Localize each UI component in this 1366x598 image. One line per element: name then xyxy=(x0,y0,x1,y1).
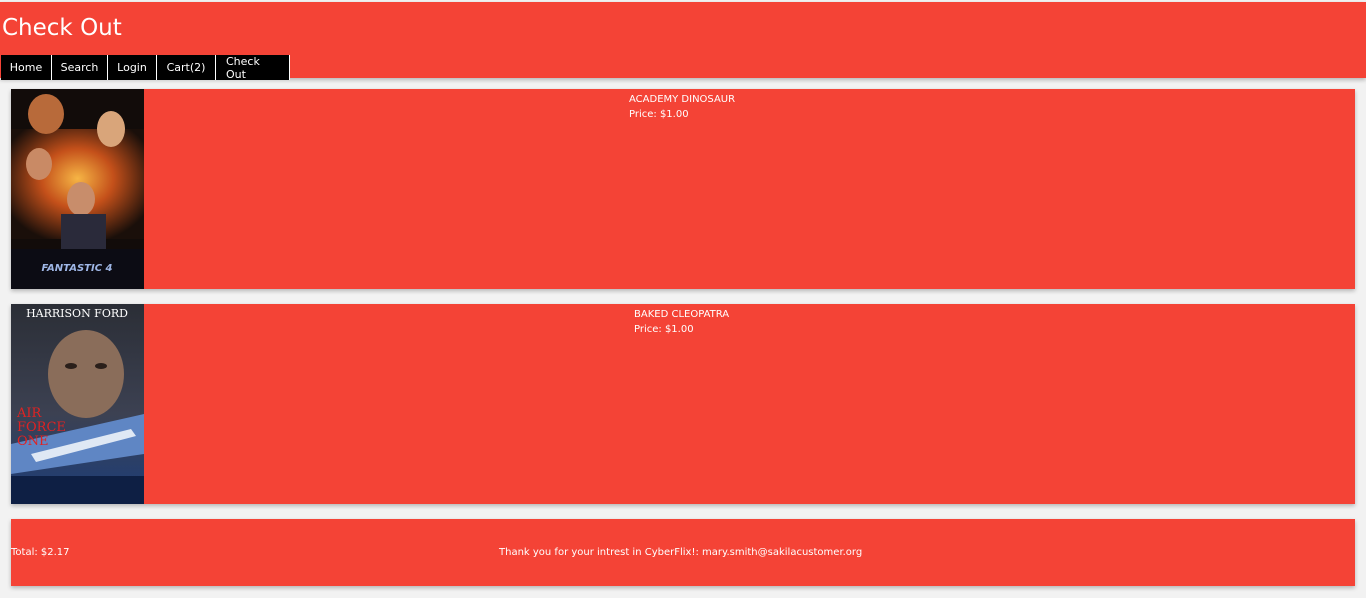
poster-title-text: FORCE xyxy=(17,420,66,435)
cart-item: HARRISON FORD AIR FORCE ONE BAKED CLEOPA… xyxy=(11,304,1355,504)
nav-home[interactable]: Home xyxy=(1,55,52,80)
poster-title-text: FANTASTIC 4 xyxy=(42,263,113,274)
nav-checkout[interactable]: Check Out xyxy=(216,55,290,81)
header: Check Out Home Search Login Cart(2) Chec… xyxy=(0,2,1366,81)
cart-item: FANTASTIC 4 ACADEMY DINOSAUR Price: $1.0… xyxy=(11,89,1355,289)
movie-poster-image: FANTASTIC 4 xyxy=(11,89,144,289)
nav-login[interactable]: Login xyxy=(108,55,157,80)
checkout-footer: Total: $2.17 Thank you for your intrest … xyxy=(11,519,1355,586)
item-title: ACADEMY DINOSAUR xyxy=(629,94,736,105)
poster-title-text: ONE xyxy=(17,434,49,449)
poster-title-text: AIR xyxy=(16,406,43,421)
item-details: ACADEMY DINOSAUR Price: $1.00 xyxy=(629,92,735,122)
nav-bar: Home Search Login Cart(2) Check Out xyxy=(1,55,290,81)
item-title: BAKED CLEOPATRA xyxy=(634,309,730,320)
item-price: Price: $1.00 xyxy=(634,324,694,335)
item-details: BAKED CLEOPATRA Price: $1.00 xyxy=(634,307,729,337)
page-title: Check Out xyxy=(2,15,122,41)
order-total: Total: $2.17 xyxy=(11,547,70,558)
item-price: Price: $1.00 xyxy=(629,109,689,120)
poster-actor-text: HARRISON FORD xyxy=(26,307,128,320)
thank-you-message: Thank you for your intrest in CyberFlix!… xyxy=(499,547,863,558)
nav-search[interactable]: Search xyxy=(52,55,108,80)
nav-cart[interactable]: Cart(2) xyxy=(157,55,216,80)
movie-poster-image: HARRISON FORD AIR FORCE ONE xyxy=(11,304,144,504)
